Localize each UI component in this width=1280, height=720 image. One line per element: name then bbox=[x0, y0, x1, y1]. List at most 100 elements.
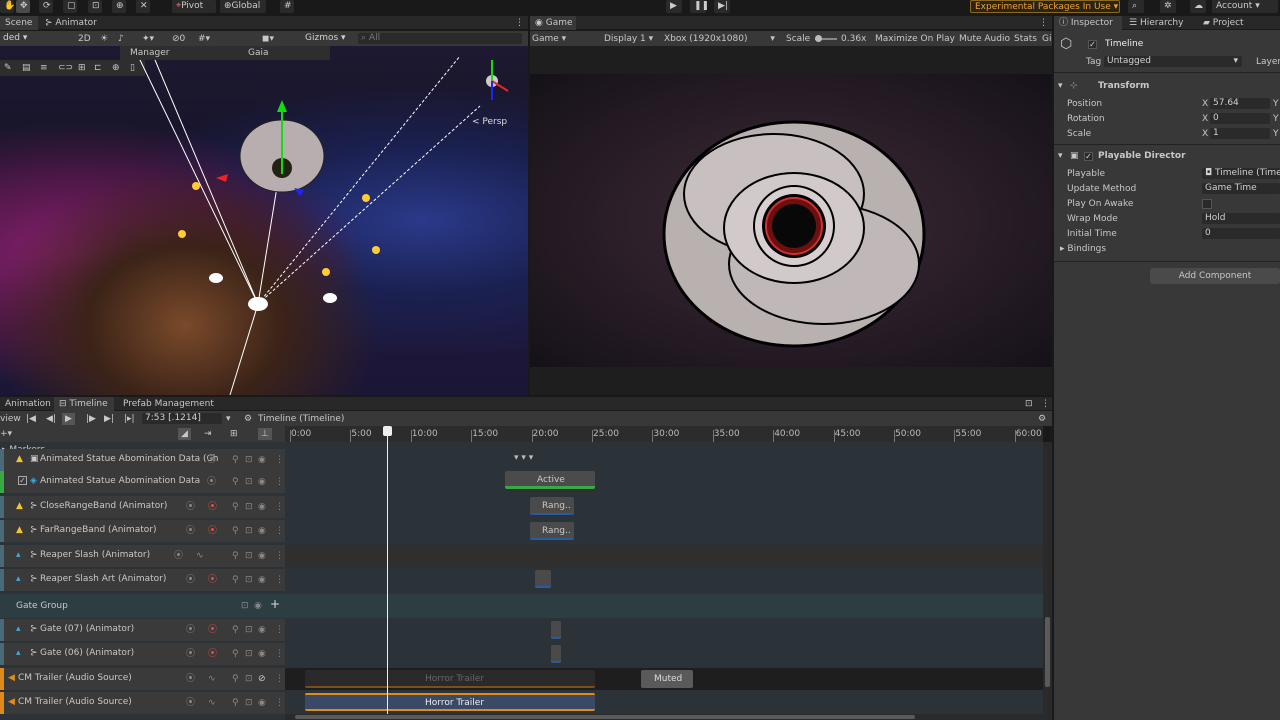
tag-dropdown[interactable]: Untagged ▾ bbox=[1104, 56, 1242, 67]
lighting-toggle-icon[interactable]: ☀ bbox=[100, 33, 108, 45]
marker-toggle-icon[interactable]: ⊥ bbox=[258, 428, 272, 440]
maximize-on-play-toggle[interactable]: Maximize On Play bbox=[875, 33, 955, 45]
active-checkbox[interactable]: ✓ bbox=[1088, 40, 1097, 49]
playhead-handle[interactable] bbox=[383, 426, 392, 436]
track-header-row[interactable]: ▲ ⊱ CloseRangeBand (Animator) ⦿ ⦿ ⚲ ⊡ ◉ … bbox=[0, 496, 285, 518]
lock-icon[interactable]: ⊡ bbox=[1020, 397, 1034, 411]
group-row[interactable]: Gate Group ⊡ ◉ + bbox=[0, 594, 1043, 618]
tab-hierarchy[interactable]: ☰ Hierarchy bbox=[1124, 16, 1196, 30]
scale-slider-handle[interactable] bbox=[815, 35, 822, 42]
timeline-play-button[interactable]: ▶ bbox=[62, 413, 75, 425]
tab-timeline[interactable]: ⊟ Timeline bbox=[54, 397, 114, 411]
mute-icon[interactable]: ⊘ bbox=[258, 673, 266, 685]
experimental-packages-dropdown[interactable]: Experimental Packages In Use ▾ bbox=[970, 0, 1120, 13]
eye-icon[interactable]: ◉ bbox=[254, 600, 262, 612]
lock-icon[interactable]: ⊡ bbox=[245, 476, 253, 488]
cloud-icon[interactable]: ☁ bbox=[1190, 0, 1206, 13]
lock-icon[interactable]: ⊡ bbox=[245, 550, 253, 562]
pin-icon[interactable]: ⚲ bbox=[232, 454, 239, 466]
record-icon[interactable]: ⦿ bbox=[208, 648, 217, 660]
record-icon[interactable]: ⦿ bbox=[208, 525, 217, 537]
horror-trailer-clip-muted[interactable]: Horror Trailer bbox=[305, 670, 595, 688]
hscroll-thumb[interactable] bbox=[295, 715, 915, 719]
bindings-foldout[interactable]: ▸ Bindings bbox=[1060, 243, 1106, 255]
step-button[interactable]: ▶| bbox=[714, 0, 730, 13]
target-icon[interactable]: ⦿ bbox=[186, 624, 195, 636]
pin-icon[interactable]: ⚲ bbox=[232, 648, 239, 660]
track-header-row[interactable]: ▲ ⊱ FarRangeBand (Animator) ⦿ ⦿ ⚲ ⊡ ◉ ⋮ bbox=[0, 520, 285, 542]
playhead[interactable] bbox=[387, 426, 388, 720]
curve-icon[interactable]: ∿ bbox=[208, 697, 216, 709]
rotation-x-field[interactable]: 0 bbox=[1210, 113, 1270, 124]
game-viewport[interactable] bbox=[530, 74, 1052, 367]
scale-tool-icon[interactable]: ▢ bbox=[63, 0, 77, 13]
reaper-art-clip[interactable] bbox=[535, 570, 551, 588]
rotate-tool-icon[interactable]: ⟳ bbox=[39, 0, 53, 13]
audio-toggle-icon[interactable]: ♪ bbox=[118, 33, 124, 45]
mute-audio-toggle[interactable]: Mute Audio bbox=[959, 33, 1010, 45]
horror-trailer-clip[interactable]: Horror Trailer bbox=[305, 693, 595, 711]
search-icon[interactable]: ⌕ bbox=[1128, 0, 1144, 13]
lock-icon[interactable]: ⊡ bbox=[245, 574, 253, 586]
eye-icon[interactable]: ◉ bbox=[258, 476, 266, 488]
track-menu-icon[interactable]: ⋮ bbox=[275, 574, 284, 586]
lock-icon[interactable]: ⊡ bbox=[245, 648, 253, 660]
scene-menu-icon[interactable]: ⋮ bbox=[510, 16, 526, 30]
target-icon[interactable]: ⦿ bbox=[186, 574, 195, 586]
track-header-row[interactable]: ◀ CM Trailer (Audio Source) ⦿ ∿ ⚲ ⊡ ⊘ ⋮ bbox=[0, 668, 285, 690]
playable-field[interactable]: ◘ Timeline (Timel bbox=[1202, 168, 1280, 179]
tab-animation[interactable]: Animation bbox=[0, 397, 54, 411]
eye-icon[interactable]: ◉ bbox=[258, 574, 266, 586]
scale-x-field[interactable]: 1 bbox=[1210, 128, 1270, 139]
tab-animator[interactable]: ⊱ Animator bbox=[40, 16, 100, 30]
record-icon[interactable]: ⦿ bbox=[208, 574, 217, 586]
snap-toggle-icon[interactable]: ⊞ bbox=[230, 428, 238, 440]
play-on-awake-checkbox[interactable] bbox=[1202, 199, 1212, 209]
track-menu-icon[interactable]: ⋮ bbox=[275, 476, 284, 488]
game-view-dropdown[interactable]: Game ▾ bbox=[532, 33, 566, 45]
record-icon[interactable]: ⦿ bbox=[208, 501, 217, 513]
tab-inspector[interactable]: ⓘ Inspector bbox=[1054, 16, 1122, 30]
pin-icon[interactable]: ⚲ bbox=[232, 574, 239, 586]
collab-icon[interactable]: ✲ bbox=[1160, 0, 1176, 13]
target-icon[interactable]: ⦿ bbox=[186, 697, 195, 709]
eye-icon[interactable]: ◉ bbox=[258, 525, 266, 537]
curve-icon[interactable]: ∿ bbox=[208, 673, 216, 685]
track-menu-icon[interactable]: ⋮ bbox=[275, 648, 284, 660]
timeline-asset-name[interactable]: Timeline (Timeline) bbox=[258, 413, 344, 425]
curve-icon[interactable]: ∿ bbox=[196, 550, 204, 562]
pin-icon[interactable]: ⚲ bbox=[232, 673, 239, 685]
lock-icon[interactable]: ⊡ bbox=[241, 600, 249, 612]
wrap-mode-dropdown[interactable]: Hold bbox=[1202, 213, 1280, 224]
track-menu-icon[interactable]: ⋮ bbox=[275, 501, 284, 513]
global-button[interactable]: ⊕Global bbox=[220, 0, 266, 13]
active-clip[interactable]: Active bbox=[505, 471, 595, 489]
gizmos-toggle[interactable]: Gi bbox=[1042, 33, 1051, 45]
transform-tool-icon[interactable]: ⊕ bbox=[112, 0, 126, 13]
target-icon[interactable]: ⦿ bbox=[174, 550, 183, 562]
grid-toggle-icon[interactable]: #▾ bbox=[198, 33, 210, 45]
track-header-row[interactable]: ▲ ▣ Animated Statue Abomination Data (Ch… bbox=[0, 449, 285, 471]
pin-icon[interactable]: ⚲ bbox=[232, 501, 239, 513]
director-foldout-icon[interactable]: ▾ bbox=[1058, 150, 1063, 162]
scene-viewport[interactable]: Manager Gaia ✎ ▤ ≡ ⊂⊃ ⊞ ⊏ ⊕ ▯ < Persp bbox=[0, 46, 528, 395]
lock-icon[interactable]: ⊡ bbox=[245, 697, 253, 709]
timeline-horizontal-scrollbar[interactable] bbox=[285, 714, 1043, 720]
add-track-icon[interactable]: +▾ bbox=[0, 428, 12, 440]
goto-end-icon[interactable]: ▶| bbox=[104, 413, 114, 425]
eye-icon[interactable]: ◉ bbox=[258, 624, 266, 636]
camera-icon[interactable]: ◼▾ bbox=[262, 33, 274, 45]
transform-title[interactable]: Transform bbox=[1098, 80, 1149, 92]
account-dropdown[interactable]: Account ▾ bbox=[1212, 0, 1278, 13]
target-icon[interactable]: ⦿ bbox=[186, 648, 195, 660]
gate-clip[interactable] bbox=[551, 645, 561, 663]
rang-clip[interactable]: Rang.. bbox=[530, 522, 574, 540]
stats-toggle[interactable]: Stats bbox=[1014, 33, 1037, 45]
timeline-settings-icon[interactable]: ⚙ bbox=[1038, 413, 1046, 425]
pause-button[interactable]: ❚❚ bbox=[690, 0, 709, 13]
time-format-dropdown[interactable]: ▾ bbox=[226, 413, 231, 425]
clip-edit-icon[interactable]: ◢ bbox=[178, 428, 191, 440]
time-ruler[interactable]: 0:00 5:00 10:00 15:00 20:00 25:00 30:00 35:00 40… bbox=[285, 426, 1043, 442]
2d-toggle[interactable]: 2D bbox=[78, 33, 91, 45]
track-header-row[interactable]: ▴ ⊱ Gate (07) (Animator) ⦿ ⦿ ⚲ ⊡ ◉ ⋮ bbox=[0, 619, 285, 641]
